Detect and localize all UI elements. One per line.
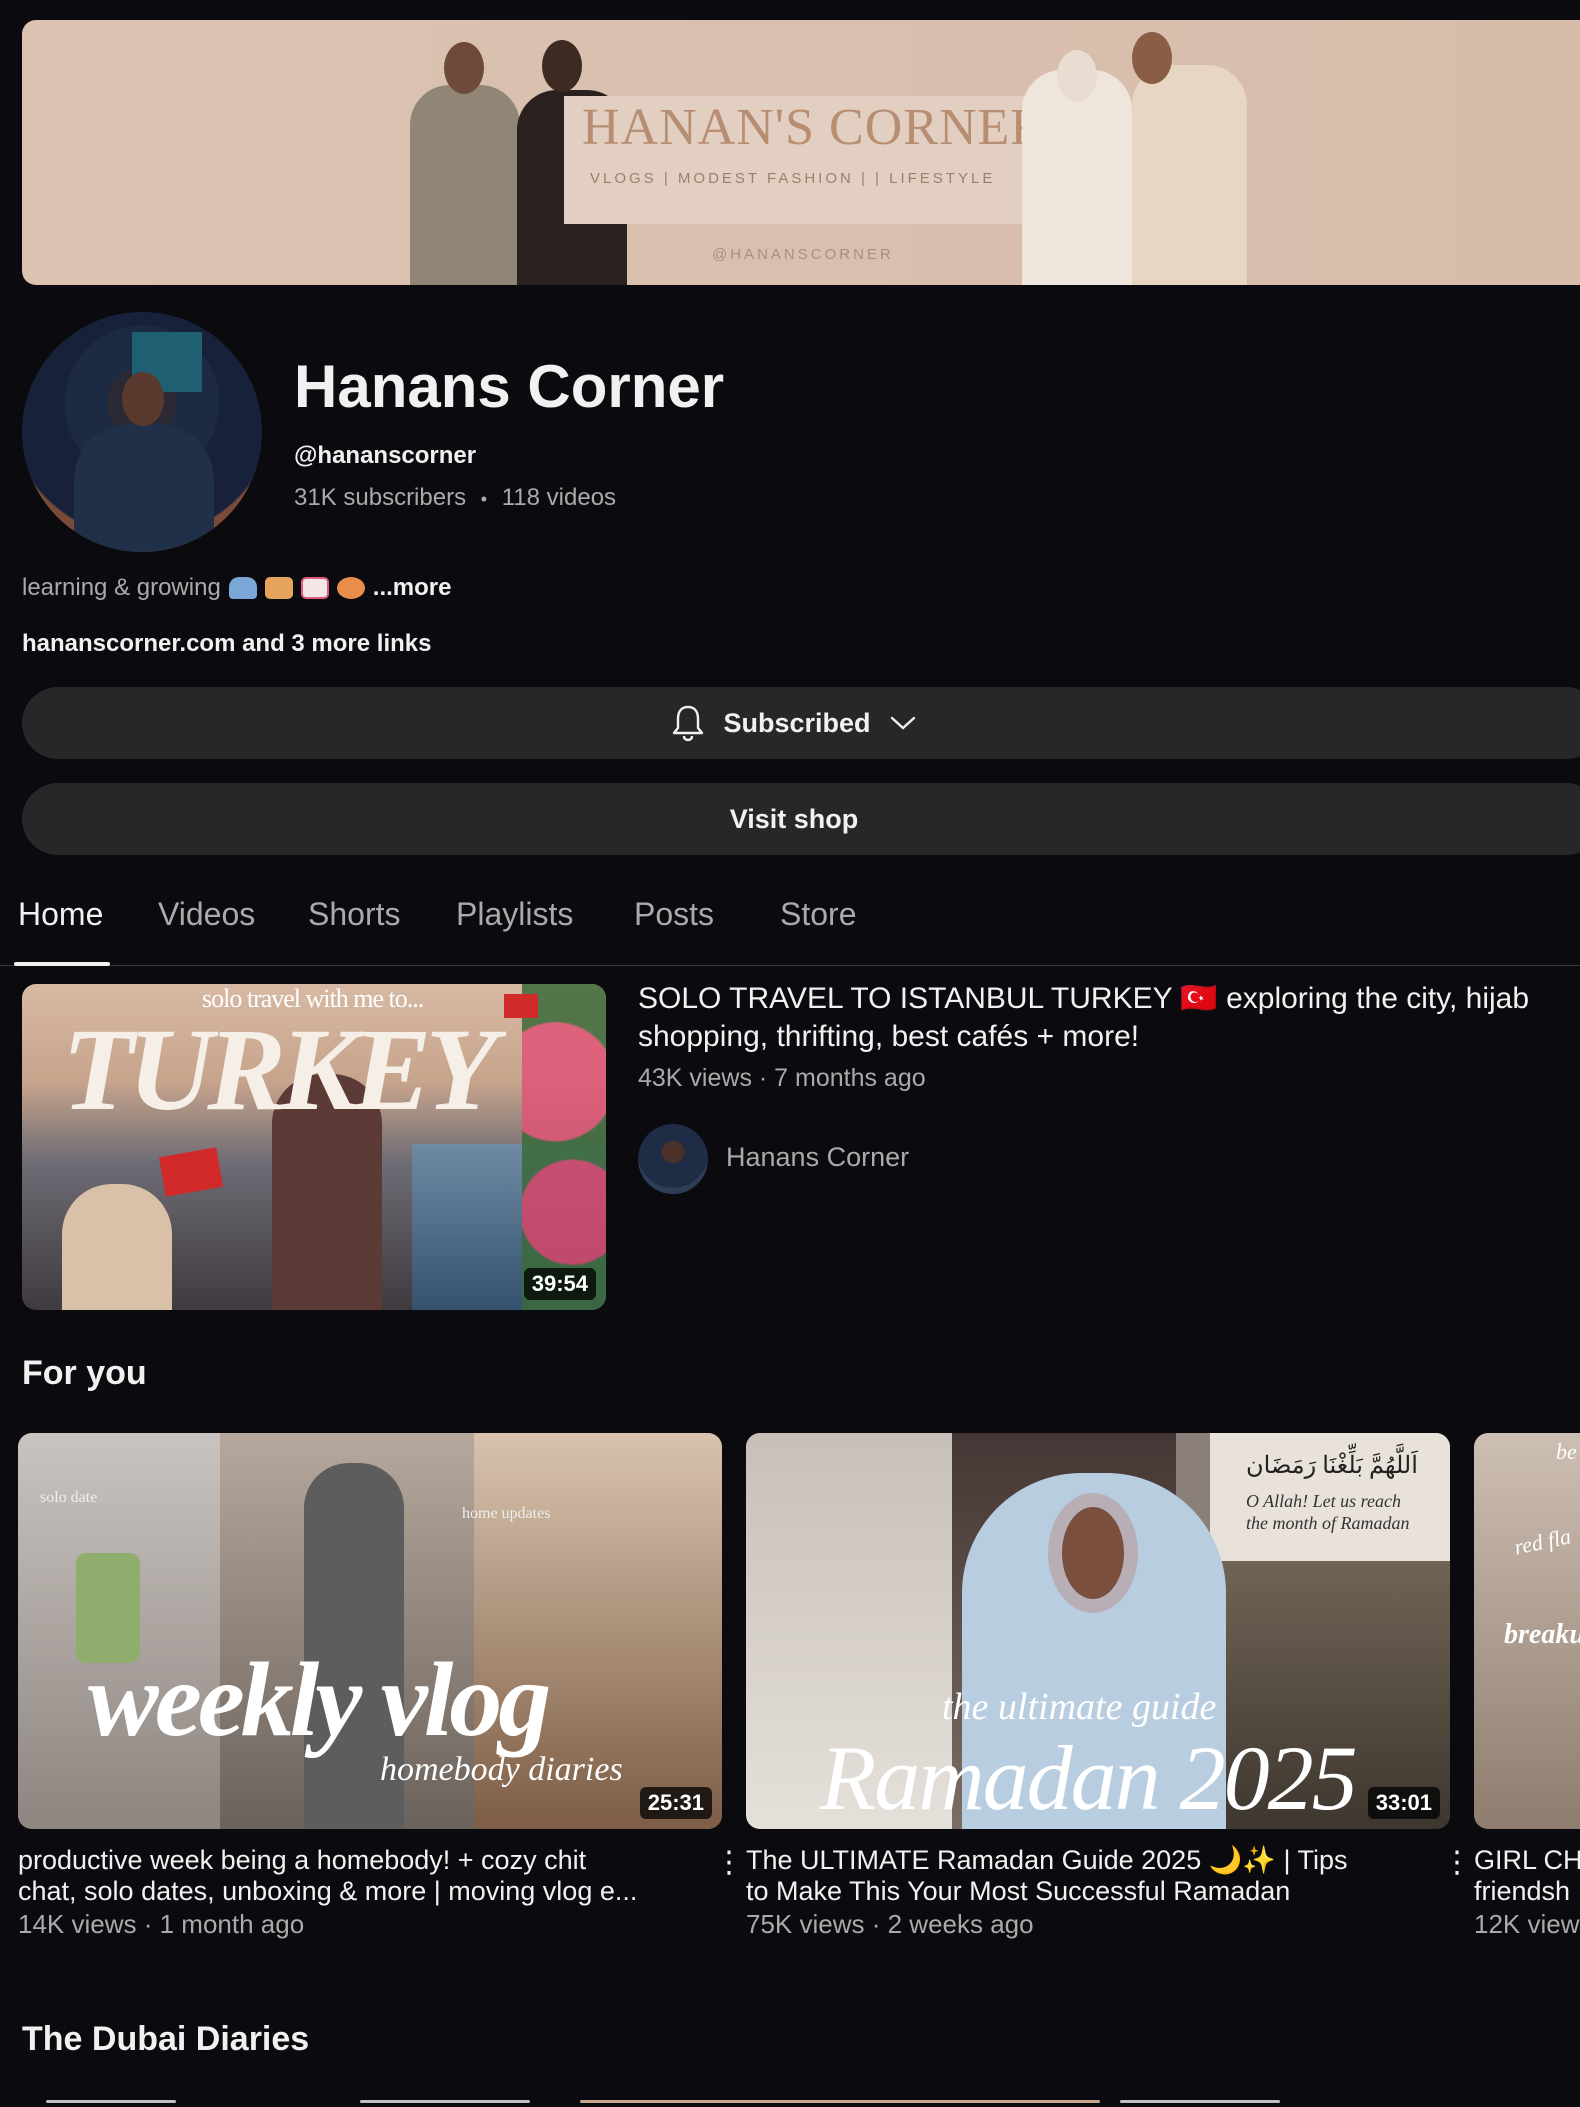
banner-handle: @HANANSCORNER xyxy=(712,246,894,263)
tab-posts[interactable]: Posts xyxy=(634,896,714,933)
thumb-label-solo-date: solo date xyxy=(40,1489,98,1506)
turkey-flag-icon xyxy=(158,1147,224,1197)
channel-description[interactable]: learning & growing ...more xyxy=(22,574,452,602)
banner-illustration-woman-1 xyxy=(410,85,520,285)
subscribed-label: Subscribed xyxy=(723,707,871,738)
video-title-line-2: to Make This Your Most Successful Ramada… xyxy=(746,1876,1291,1906)
turkey-flag-icon-2 xyxy=(504,994,538,1018)
thumb-label-3: breaku xyxy=(1504,1619,1580,1650)
thumb-arabic-text: اَللَّهُمَّ بَلِّغْنَا رَمَضَان xyxy=(1246,1453,1418,1479)
banner-illustration-head-1 xyxy=(444,42,484,94)
featured-title-line-1: SOLO TRAVEL TO ISTANBUL TURKEY 🇹🇷 explor… xyxy=(638,982,1530,1015)
subscribed-button[interactable]: Subscribed xyxy=(22,687,1580,759)
avatar-figure xyxy=(74,424,214,552)
featured-channel-avatar[interactable] xyxy=(638,1124,708,1194)
video-title-line-1: GIRL CH xyxy=(1474,1845,1580,1875)
banner-illustration-head-3 xyxy=(1057,50,1097,102)
bell-icon xyxy=(673,705,704,742)
people-emoji-icon xyxy=(228,577,257,599)
channel-handle: @hananscorner xyxy=(294,442,477,469)
featured-video-thumbnail[interactable]: solo travel with me to... TURKEY 39:54 xyxy=(22,984,606,1310)
banner-illustration-head-4 xyxy=(1132,32,1172,84)
thumb-big-text: Ramadan 2025 xyxy=(820,1727,1358,1829)
featured-video-meta: 43K views · 7 months ago xyxy=(638,1064,926,1092)
more-vert-icon[interactable]: ⋮ xyxy=(714,1848,744,1878)
video-thumbnail[interactable]: اَللَّهُمَّ بَلِّغْنَا رَمَضَان O Allah!… xyxy=(746,1433,1450,1829)
visit-shop-button[interactable]: Visit shop xyxy=(22,783,1580,855)
thumb-face xyxy=(1048,1493,1138,1613)
channel-avatar[interactable] xyxy=(22,312,262,552)
stats-separator: • xyxy=(480,489,488,509)
section-title-dubai-diaries: The Dubai Diaries xyxy=(22,2020,310,2058)
tab-playlists[interactable]: Playlists xyxy=(456,896,573,933)
channel-stats: 31K subscribers • 118 videos xyxy=(294,484,616,512)
subscriber-count: 31K subscribers xyxy=(294,484,467,511)
dubai-thumb-edge[interactable] xyxy=(580,2100,1100,2103)
tab-videos[interactable]: Videos xyxy=(158,896,255,933)
banner-illustration-woman-3 xyxy=(1022,70,1132,285)
tab-home[interactable]: Home xyxy=(18,896,103,933)
channel-banner: HANAN'S CORNER VLOGS | MODEST FASHION | … xyxy=(22,20,1580,285)
tab-shorts[interactable]: Shorts xyxy=(308,896,400,933)
video-title[interactable]: productive week being a homebody! + cozy… xyxy=(18,1845,698,1907)
banner-subtitle: VLOGS | MODEST FASHION | | LIFESTYLE xyxy=(590,170,996,187)
featured-video-title[interactable]: SOLO TRAVEL TO ISTANBUL TURKEY 🇹🇷 explor… xyxy=(638,980,1578,1056)
channel-links[interactable]: hananscorner.com and 3 more links xyxy=(22,630,431,658)
video-duration: 25:31 xyxy=(639,1787,712,1819)
channel-tabs: Home Videos Shorts Playlists Posts Store xyxy=(0,866,1580,966)
video-duration: 39:54 xyxy=(523,1268,596,1300)
bouquet-emoji-icon xyxy=(336,577,365,599)
video-thumbnail[interactable]: solo date home updates weekly vlog homeb… xyxy=(18,1433,722,1829)
thumb-big-text: weekly vlog xyxy=(88,1641,551,1758)
featured-title-line-2: shopping, thrifting, best cafés + more! xyxy=(638,1020,1140,1053)
video-meta: 12K view xyxy=(1474,1909,1580,1939)
more-vert-icon[interactable]: ⋮ xyxy=(1442,1848,1472,1878)
dubai-thumb-edge[interactable] xyxy=(360,2100,530,2103)
thumb-label-2: red fla xyxy=(1511,1523,1574,1560)
description-text: learning & growing xyxy=(22,574,221,601)
banner-illustration-woman-4 xyxy=(1132,65,1247,285)
video-count: 118 videos xyxy=(501,484,617,511)
dubai-shelf-row xyxy=(40,2100,1580,2107)
banner-illustration-head-2 xyxy=(542,40,582,92)
thumb-flowers xyxy=(522,984,606,1310)
chevron-down-icon xyxy=(890,716,915,730)
banner-title: HANAN'S CORNER xyxy=(582,99,1046,156)
channel-name: Hanans Corner xyxy=(294,353,725,420)
description-more-link[interactable]: ...more xyxy=(373,574,452,602)
active-tab-indicator xyxy=(14,962,110,966)
dubai-thumb-edge[interactable] xyxy=(1120,2100,1280,2103)
heart-hands-emoji-icon xyxy=(264,577,293,599)
featured-channel-name[interactable]: Hanans Corner xyxy=(726,1142,909,1173)
thumb-label-1: be xyxy=(1556,1439,1577,1464)
thumb-label-home-updates: home updates xyxy=(462,1505,551,1522)
section-title-for-you: For you xyxy=(22,1354,147,1392)
tab-store[interactable]: Store xyxy=(780,896,856,933)
video-duration: 33:01 xyxy=(1367,1787,1440,1819)
video-meta: 75K views · 2 weeks ago xyxy=(746,1909,1034,1939)
video-title-line-2: chat, solo dates, unboxing & more | movi… xyxy=(18,1876,638,1906)
video-title-line-1: productive week being a homebody! + cozy… xyxy=(18,1845,587,1875)
video-title[interactable]: The ULTIMATE Ramadan Guide 2025 🌙✨ | Tip… xyxy=(746,1845,1426,1907)
love-letter-emoji-icon xyxy=(300,577,329,599)
avatar-face xyxy=(122,372,164,426)
video-title-line-1: The ULTIMATE Ramadan Guide 2025 🌙✨ | Tip… xyxy=(746,1845,1348,1875)
thumb-big-text: TURKEY xyxy=(62,1004,497,1135)
visit-shop-label: Visit shop xyxy=(729,803,859,834)
thumb-quote-line-1: O Allah! Let us reach xyxy=(1246,1491,1401,1511)
thumb-person-2 xyxy=(62,1184,172,1310)
thumb-small-text: homebody diaries xyxy=(380,1751,623,1788)
video-meta: 14K views · 1 month ago xyxy=(18,1909,305,1939)
video-thumbnail[interactable]: be red fla breaku xyxy=(1474,1433,1580,1829)
thumb-small-text: the ultimate guide xyxy=(942,1686,1217,1728)
video-title-line-2: friendsh xyxy=(1474,1876,1571,1906)
dubai-thumb-edge[interactable] xyxy=(46,2100,176,2103)
thumb-quote-line-2: the month of Ramadan xyxy=(1246,1513,1410,1533)
video-title[interactable]: GIRL CH friendsh xyxy=(1474,1845,1580,1907)
